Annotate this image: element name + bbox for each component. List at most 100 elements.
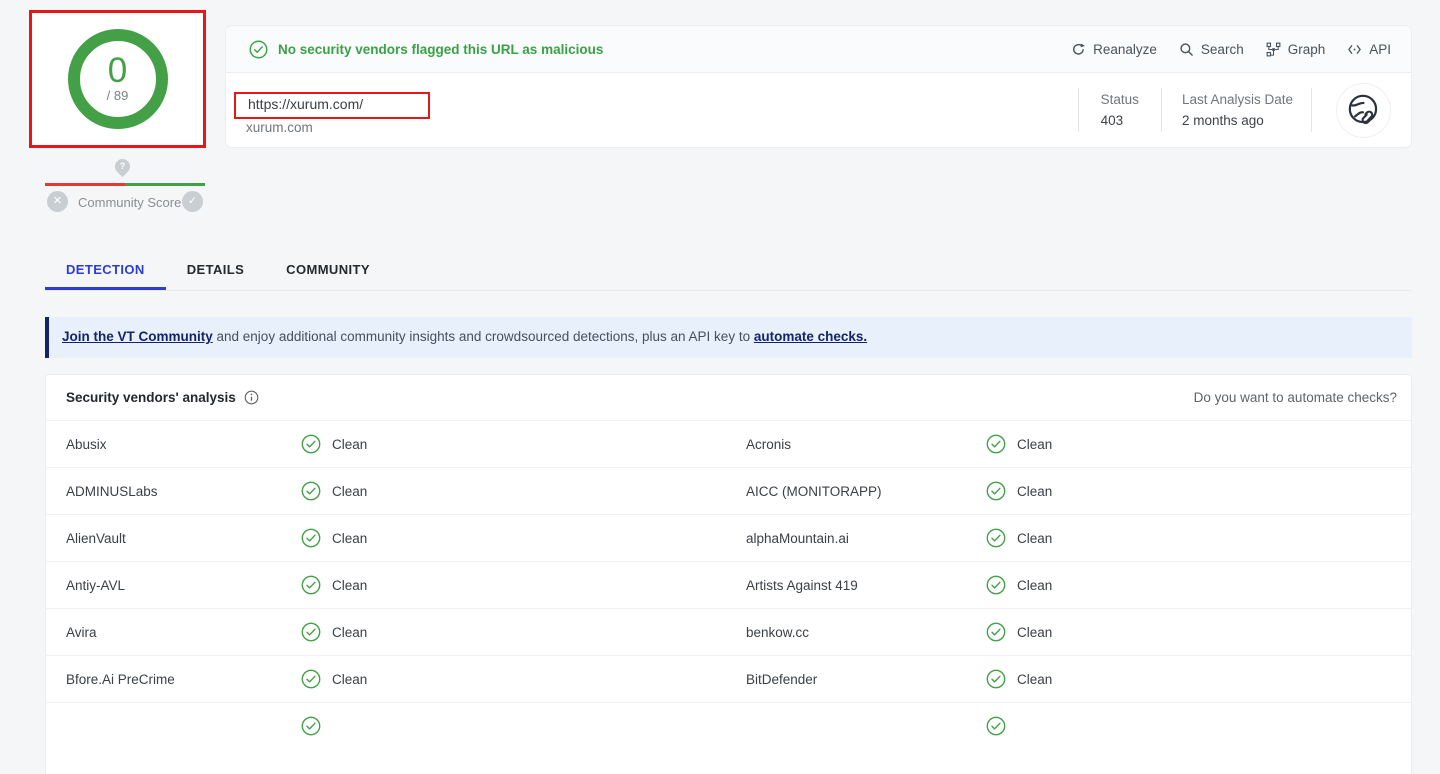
detection-score-annotation-box: 0 / 89 (29, 10, 206, 148)
clean-check-icon (301, 481, 321, 501)
clean-check-icon (986, 434, 1006, 454)
table-row: Avira Clean benkow.cc Clean (46, 608, 1411, 655)
url-row: https://xurum.com/ xurum.com Status 403 … (226, 73, 1411, 147)
community-score-pin-icon: ? (112, 156, 133, 177)
community-score-bar (45, 183, 205, 186)
clean-check-icon (301, 669, 321, 689)
clean-check-icon (301, 528, 321, 548)
vendor-status: Clean (986, 481, 1411, 501)
clean-check-icon (986, 716, 1006, 736)
vendor-status: Clean (301, 528, 746, 548)
final-domain[interactable]: xurum.com (246, 120, 313, 135)
graph-button[interactable]: Graph (1266, 42, 1326, 57)
vendor-name: BitDefender (746, 672, 986, 687)
vendor-name: Avira (66, 625, 301, 640)
header-meta: Status 403 Last Analysis Date 2 months a… (1078, 73, 1411, 147)
join-vt-community-link[interactable]: Join the VT Community (62, 329, 213, 344)
search-icon (1179, 42, 1194, 57)
vendors-analysis-header: Security vendors' analysis Do you want t… (46, 375, 1411, 420)
status-label: Clean (1017, 625, 1052, 640)
vendor-name: ADMINUSLabs (66, 484, 301, 499)
last-analysis-block: Last Analysis Date 2 months ago (1162, 89, 1311, 131)
community-score-widget: ? ✕ Community Score ✓ (0, 150, 250, 222)
community-upvote-icon[interactable]: ✓ (182, 191, 203, 212)
security-vendors-analysis-card: Security vendors' analysis Do you want t… (45, 374, 1412, 774)
detection-score-value: 0 (108, 55, 127, 87)
clean-check-icon (986, 575, 1006, 595)
status-label: Clean (332, 578, 367, 593)
automate-checks-link[interactable]: automate checks. (754, 329, 867, 344)
search-label: Search (1201, 42, 1244, 57)
community-score-label: Community Score (78, 195, 181, 210)
status-label: Clean (332, 437, 367, 452)
vendor-name: Artists Against 419 (746, 578, 986, 593)
reanalyze-icon (1071, 42, 1086, 57)
status-label: Status (1101, 89, 1139, 110)
vendor-status: Clean (986, 669, 1411, 689)
status-label: Clean (1017, 672, 1052, 687)
table-row: Antiy-AVL Clean Artists Against 419 Clea… (46, 561, 1411, 608)
automate-checks-prompt[interactable]: Do you want to automate checks? (1194, 390, 1397, 405)
clean-check-icon (986, 669, 1006, 689)
vendor-status: Clean (986, 434, 1411, 454)
api-button[interactable]: API (1347, 42, 1391, 57)
tab-community[interactable]: COMMUNITY (265, 252, 391, 290)
status-label: Clean (332, 672, 367, 687)
table-row: ADMINUSLabs Clean AICC (MONITORAPP) Clea… (46, 467, 1411, 514)
table-row: Bfore.Ai PreCrime Clean BitDefender Clea… (46, 655, 1411, 702)
verdict-row: No security vendors flagged this URL as … (226, 26, 1411, 73)
reanalyze-button[interactable]: Reanalyze (1071, 42, 1157, 57)
vendor-name: AlienVault (66, 531, 301, 546)
clean-check-icon (301, 622, 321, 642)
divider (1311, 88, 1312, 132)
detection-score-denominator: / 89 (107, 88, 129, 103)
table-row: AlienVault Clean alphaMountain.ai Clean (46, 514, 1411, 561)
virustotal-url-report-page: 0 / 89 ? ✕ Community Score ✓ No security… (0, 0, 1440, 721)
vendor-name: AICC (MONITORAPP) (746, 484, 986, 499)
vendor-name: Abusix (66, 437, 301, 452)
vendor-status: Clean (301, 622, 746, 642)
vendor-status: Clean (301, 669, 746, 689)
table-row-partial (46, 702, 1411, 749)
status-label: Clean (1017, 578, 1052, 593)
vendor-name: alphaMountain.ai (746, 531, 986, 546)
tab-details[interactable]: DETAILS (166, 252, 265, 290)
status-label: Clean (1017, 531, 1052, 546)
graph-label: Graph (1288, 42, 1326, 57)
clean-check-icon (986, 528, 1006, 548)
status-label: Clean (1017, 484, 1052, 499)
status-label: Clean (332, 625, 367, 640)
report-url[interactable]: https://xurum.com/ (248, 96, 363, 112)
clean-check-icon (986, 481, 1006, 501)
tab-detection[interactable]: DETECTION (45, 252, 166, 290)
url-globe-badge-icon (1336, 83, 1391, 138)
tab-bar: DETECTION DETAILS COMMUNITY (45, 252, 1412, 291)
verdict-message: No security vendors flagged this URL as … (278, 42, 603, 57)
status-label: Clean (1017, 437, 1052, 452)
api-icon (1347, 42, 1362, 57)
search-button[interactable]: Search (1179, 42, 1244, 57)
clean-check-icon (301, 716, 321, 736)
header-actions: Reanalyze Search Graph (1071, 42, 1391, 57)
vendor-status: Clean (986, 622, 1411, 642)
vendor-name: Acronis (746, 437, 986, 452)
reanalyze-label: Reanalyze (1093, 42, 1157, 57)
clean-check-icon (301, 434, 321, 454)
vendor-status: Clean (301, 481, 746, 501)
api-label: API (1369, 42, 1391, 57)
status-value: 403 (1101, 110, 1139, 131)
banner-middle-text: and enjoy additional community insights … (213, 329, 754, 344)
vendor-status (986, 716, 1411, 736)
community-downvote-icon[interactable]: ✕ (47, 191, 68, 212)
detection-score-ring: 0 / 89 (68, 29, 168, 129)
info-icon[interactable] (244, 390, 259, 405)
vendor-name: Bfore.Ai PreCrime (66, 672, 301, 687)
vendor-status: Clean (986, 528, 1411, 548)
last-analysis-label: Last Analysis Date (1182, 89, 1293, 110)
report-header-card: No security vendors flagged this URL as … (225, 25, 1412, 148)
last-analysis-value: 2 months ago (1182, 110, 1293, 131)
vendor-status: Clean (986, 575, 1411, 595)
vendor-status: Clean (301, 434, 746, 454)
verdict-check-icon (249, 40, 268, 59)
vendor-name: benkow.cc (746, 625, 986, 640)
